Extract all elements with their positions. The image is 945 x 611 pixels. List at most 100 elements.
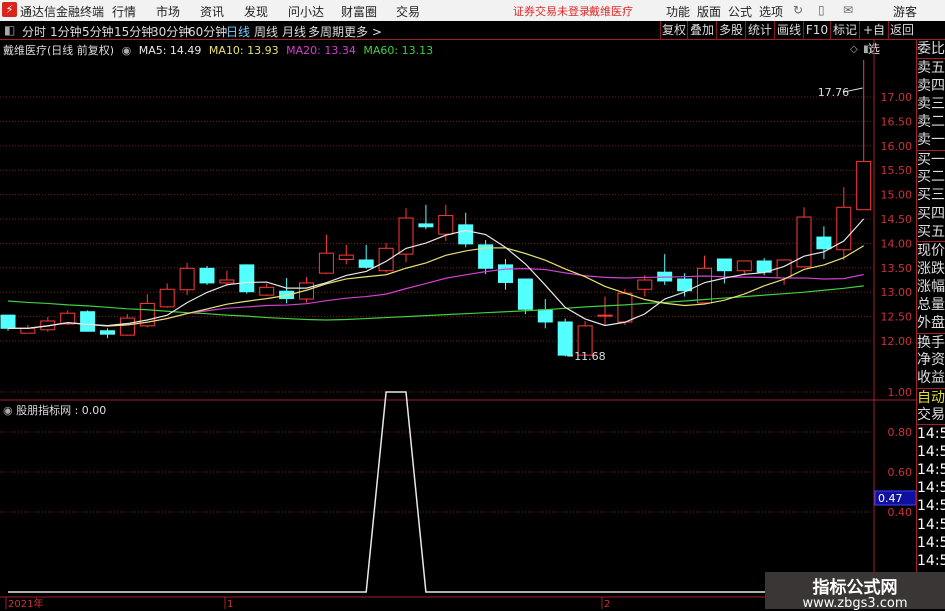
quote-label: 涨幅 — [917, 278, 945, 295]
price-tick: 15.50 — [881, 164, 913, 177]
time-label: 2 — [604, 599, 610, 609]
candle — [517, 278, 533, 315]
candle-body — [856, 160, 872, 211]
candle-body — [259, 286, 275, 296]
candle — [159, 283, 175, 308]
candle — [358, 244, 374, 269]
trade-time: 14:56 — [917, 516, 945, 533]
indicator-name: 股朋指标网 : 0.00 — [16, 404, 107, 417]
quote-label: 换手 — [917, 332, 945, 351]
candle — [657, 254, 673, 285]
quote-label: 总量 — [917, 297, 945, 314]
indicator-line — [8, 391, 864, 593]
candle — [498, 259, 513, 290]
candle — [557, 318, 573, 357]
kline-chart[interactable]: 17.00 16.50 16.00 15.50 15.00 14.50 14.00 13.50… — [0, 0, 916, 609]
price-tick: 12.50 — [881, 311, 913, 324]
candle — [398, 208, 414, 262]
candle — [697, 255, 712, 304]
candle — [318, 234, 334, 275]
candle-body — [498, 264, 513, 283]
candle-body — [179, 267, 195, 291]
watermark-name: 指标公式网 — [812, 578, 898, 598]
auto-label: 自动 — [917, 387, 945, 406]
panel-toggle-icon: ◧ — [863, 44, 872, 55]
candle — [279, 278, 295, 304]
ma10-line — [8, 245, 865, 329]
trade-time: 14:56 — [917, 535, 945, 552]
watermark: 指标公式网 www.zbgs3.com — [765, 572, 945, 611]
candle-body — [378, 247, 394, 272]
indicator-tick: 1.00 — [888, 386, 913, 399]
candle-body — [537, 309, 553, 323]
time-label: 2021年 — [8, 597, 43, 609]
trade-time: 14:55 — [917, 443, 945, 460]
candle-body — [776, 259, 792, 279]
quote-label: 卖五 — [917, 58, 945, 77]
candle-body — [617, 292, 633, 323]
low-price-label: 11.68 — [574, 350, 606, 363]
candle-body — [80, 311, 96, 332]
price-tick: 13.00 — [881, 286, 913, 299]
candle — [80, 310, 96, 332]
candle-body — [100, 330, 115, 335]
candle-body — [597, 314, 613, 317]
quote-label: 买五 — [917, 223, 945, 240]
candle — [239, 264, 255, 294]
candle-body — [219, 279, 235, 284]
candle-body — [458, 224, 474, 245]
candle — [100, 328, 115, 339]
candle-body — [338, 254, 354, 261]
quote-label: 涨跌 — [917, 260, 945, 277]
candle — [836, 187, 852, 260]
candle — [199, 265, 215, 285]
ma20-line — [8, 268, 864, 329]
quote-label: 收益 — [917, 370, 945, 387]
quote-label: 净资 — [917, 352, 945, 369]
candle — [478, 239, 494, 275]
price-tick: 12.00 — [881, 335, 913, 348]
candle-body — [239, 264, 255, 293]
candle-body — [318, 252, 334, 274]
cursor-value: 0.47 — [878, 492, 903, 505]
candle-body — [697, 267, 712, 304]
candle — [856, 59, 872, 211]
trade-time: 14:56 — [917, 461, 945, 478]
candle — [796, 207, 812, 268]
quote-panel: 委比 卖五 卖四 卖三 卖二 卖一 买一 买二 买三 买四 买五 现价 涨跌 涨幅 总量 外盘 换手 净资 收益 自动… — [916, 40, 945, 609]
candle — [418, 204, 434, 230]
price-tick: 15.00 — [881, 189, 913, 202]
quote-label: 卖三 — [917, 95, 945, 112]
price-tick: 14.50 — [881, 213, 913, 226]
candle-body — [816, 236, 832, 250]
ma60-line — [7, 285, 864, 321]
quote-label: 买二 — [917, 169, 945, 186]
price-tick: 13.50 — [881, 262, 913, 275]
price-tick: 14.00 — [881, 237, 913, 250]
quote-label: 卖二 — [917, 114, 945, 131]
candle-body — [0, 314, 16, 329]
quote-label: 外盘 — [917, 315, 945, 332]
price-tick: 17.00 — [881, 91, 913, 104]
candle-body — [159, 288, 175, 308]
candle-body — [637, 279, 653, 290]
indicator-tick: 0.80 — [888, 426, 913, 439]
trade-time: 14:56 — [917, 498, 945, 515]
time-label: 1 — [227, 599, 233, 609]
candle — [338, 244, 354, 265]
indicator-tick: 0.60 — [888, 466, 913, 479]
trade-time: 14:55 — [917, 424, 945, 442]
indicator-tick: 0.40 — [888, 506, 913, 519]
quote-label: 买四 — [917, 205, 945, 222]
high-price-label: 17.76 — [818, 86, 850, 99]
candle-body — [736, 260, 752, 272]
candle-body — [438, 215, 454, 235]
price-tick: 16.50 — [881, 115, 913, 128]
candle — [219, 270, 235, 286]
quote-label: 卖一 — [917, 132, 945, 149]
indicator-label: ◉ 股朋指标网 : 0.00 — [3, 404, 107, 417]
candle-body — [119, 317, 135, 336]
quote-label: 卖四 — [917, 77, 945, 94]
candle — [20, 324, 36, 334]
candle-body — [20, 327, 36, 334]
